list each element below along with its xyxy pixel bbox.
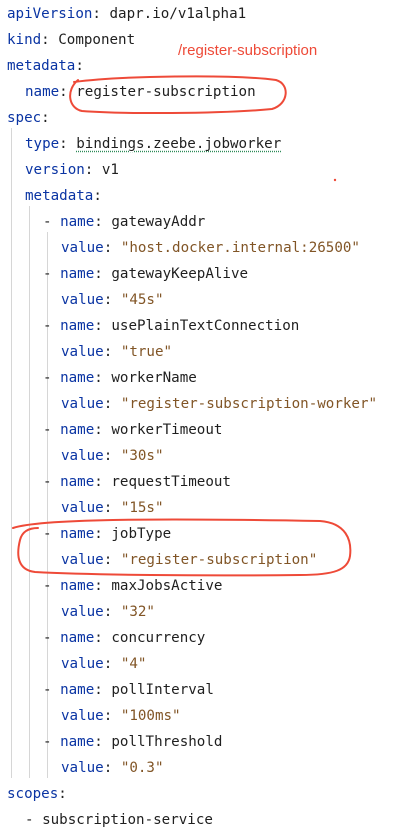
annotation-dot — [333, 178, 337, 182]
annotation-circle-jobtype — [12, 518, 352, 577]
annotation-circle-metadata-name — [69, 75, 287, 115]
annotation-overlay — [12, 75, 352, 577]
